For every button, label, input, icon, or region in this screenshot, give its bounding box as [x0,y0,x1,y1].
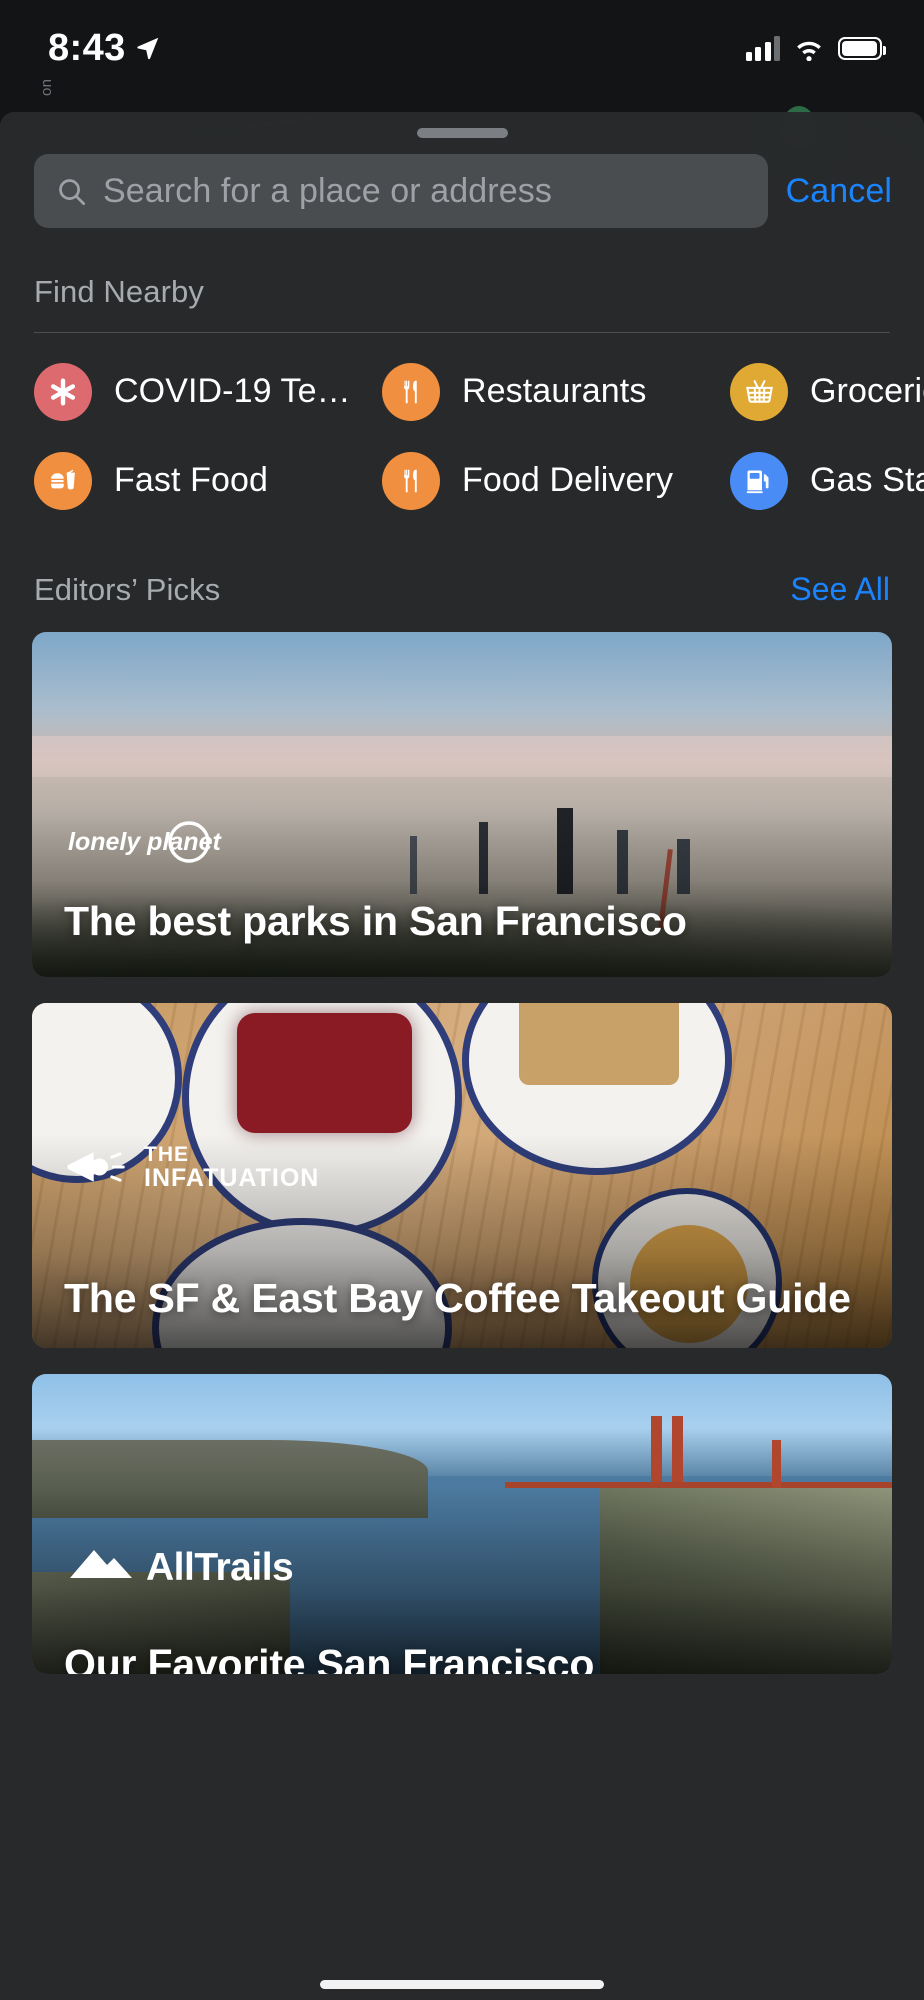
fork-knife-icon [382,451,440,510]
see-all-button[interactable]: See All [790,571,890,608]
wifi-icon [797,41,821,61]
svg-text:AllTrails: AllTrails [146,1546,293,1589]
search-sheet: Search for a place or address Cancel Fin… [0,112,924,2000]
editors-picks-cards: lonely planet The best parks in San Fran… [0,608,924,1674]
shopping-basket-icon [730,362,788,421]
svg-text:INFATUATION: INFATUATION [144,1164,319,1192]
nearby-category-food-delivery[interactable]: Food Delivery [382,436,730,525]
home-indicator[interactable] [320,1980,604,1989]
card-brand: THE INFATUATION [64,1141,414,1193]
location-arrow-icon [137,37,158,60]
nearby-category-gas-stations[interactable]: Gas Stations [730,436,924,525]
nearby-category-label: Fast Food [114,461,268,499]
alltrails-mountain-logo: AllTrails [70,1546,294,1589]
infatuation-wordmark: THE INFATUATION [144,1143,319,1192]
card-brand: lonely planet [64,819,234,865]
cellular-bars-icon [745,35,780,61]
megaphone-icon [67,1152,125,1182]
editors-pick-card[interactable]: lonely planet The best parks in San Fran… [32,632,892,977]
nearby-category-covid-19-testing[interactable]: COVID-19 Te… [34,347,382,436]
search-placeholder: Search for a place or address [103,171,552,210]
nearby-category-label: Groceries [810,372,924,410]
nearby-category-restaurants[interactable]: Restaurants [382,347,730,436]
status-bar-left: 8:43 [48,27,161,70]
editors-pick-card[interactable]: AllTrails Our Favorite San Francisco [32,1374,892,1674]
nearby-category-fast-food[interactable]: Fast Food [34,436,382,525]
status-time: 8:43 [48,26,126,69]
search-input[interactable]: Search for a place or address [34,154,768,228]
status-bar-right [745,35,886,61]
nearby-category-label: Restaurants [462,372,647,410]
nearby-category-label: Gas Stations [810,461,924,499]
sheet-grab-handle[interactable] [416,128,508,138]
golden-gate-bridge-photo [32,1374,892,1674]
find-nearby-grid: COVID-19 Te… Restaurants Groceri Fast Fo… [0,347,924,525]
nearby-category-label: Food Delivery [462,461,674,499]
card-brand: AllTrails [64,1540,364,1592]
fork-knife-icon [382,362,440,421]
asterisk-icon [34,362,92,421]
nearby-category-groceries[interactable]: Groceries [730,347,924,436]
cancel-button[interactable]: Cancel [786,172,892,211]
find-nearby-title: Find Nearby [34,274,204,309]
svg-text:THE: THE [144,1143,189,1166]
maps-search-screen: on 8:43 Search for a place or address Ca… [0,0,924,2000]
card-title: The best parks in San Francisco [64,897,687,944]
burger-drink-icon [34,451,92,510]
editors-pick-card[interactable]: THE INFATUATION The SF & East Bay Coffee… [32,1003,892,1348]
battery-full-icon [838,36,886,60]
lonely-planet-logo: lonely planet [68,821,222,863]
nearby-category-label: COVID-19 Te… [114,372,351,410]
find-nearby-divider [34,332,890,333]
search-row: Search for a place or address Cancel [0,138,924,228]
editors-picks-title: Editors’ Picks [34,572,221,607]
find-nearby-header: Find Nearby [0,274,924,310]
editors-picks-header: Editors’ Picks See All [0,571,924,608]
card-title: Our Favorite San Francisco [64,1640,595,1674]
search-icon [59,178,85,205]
fuel-pump-icon [730,451,788,510]
status-bar: 8:43 [0,0,924,96]
svg-text:lonely planet: lonely planet [68,828,222,856]
card-title: The SF & East Bay Coffee Takeout Guide [64,1274,851,1321]
